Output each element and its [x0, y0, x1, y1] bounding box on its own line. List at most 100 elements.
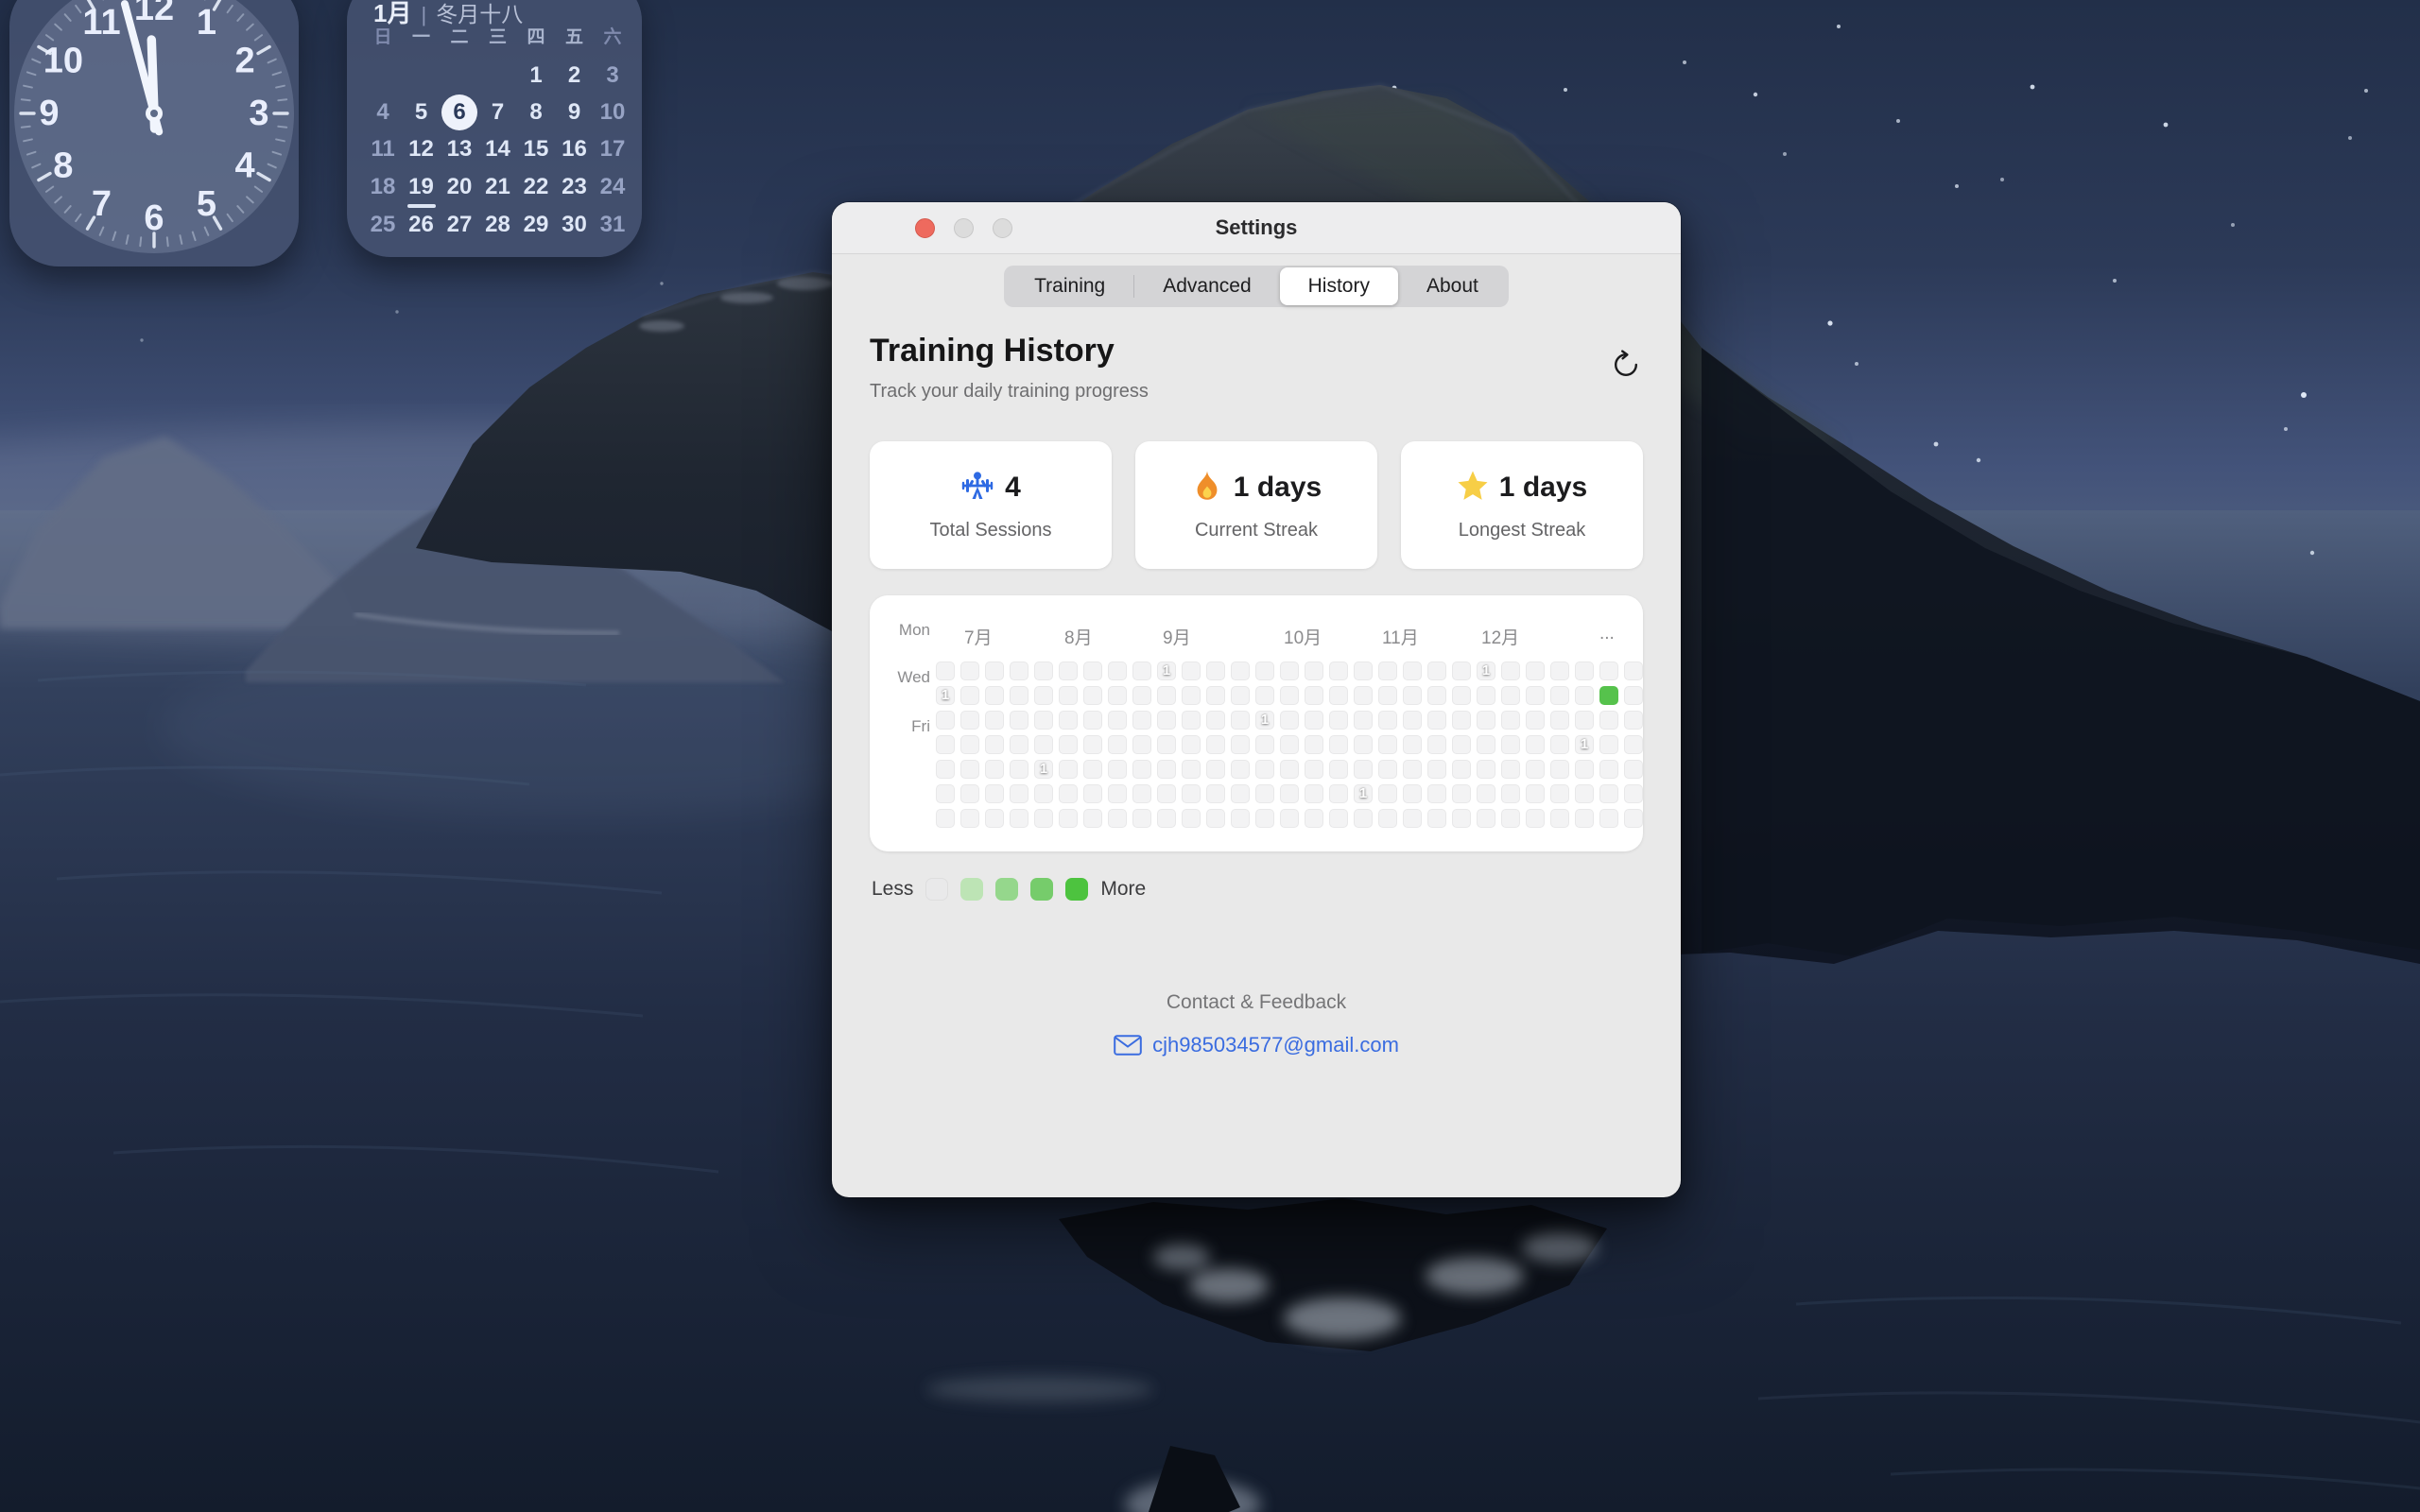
analog-clock: 123456789101112	[9, 0, 299, 266]
heatmap-cell	[1010, 760, 1028, 779]
legend-swatch-level-3	[1030, 878, 1053, 901]
heatmap-cell	[1599, 760, 1618, 779]
refresh-button[interactable]	[1609, 349, 1643, 383]
heatmap-cell	[1182, 784, 1201, 803]
heatmap-cell	[1010, 784, 1028, 803]
heatmap-cell	[1329, 760, 1348, 779]
clock-widget[interactable]: 123456789101112	[9, 0, 299, 266]
titlebar[interactable]: Settings	[832, 202, 1681, 254]
heatmap-cell	[1599, 662, 1618, 680]
calendar-day: 15	[524, 136, 549, 163]
heatmap-cell: 1	[936, 686, 955, 705]
heatmap-cell	[1231, 662, 1250, 680]
heatmap-cell	[1182, 686, 1201, 705]
heatmap-cell	[936, 784, 955, 803]
stat-card: 1 daysLongest Streak	[1401, 441, 1643, 569]
heatmap-cell	[1206, 662, 1225, 680]
settings-window: Settings TrainingAdvancedHistoryAbout Tr…	[832, 202, 1681, 1197]
heatmap-cell	[1624, 662, 1643, 680]
calendar-day: 19	[408, 174, 434, 200]
calendar-weekday-label: 四	[527, 26, 544, 49]
heatmap-cell	[1477, 735, 1495, 754]
heatmap-cell	[1157, 784, 1176, 803]
heatmap-cell	[1305, 760, 1323, 779]
star	[2284, 427, 2288, 431]
heatmap-cell	[1255, 662, 1274, 680]
star	[1934, 442, 1939, 447]
heatmap-cell	[1477, 760, 1495, 779]
heatmap-cell	[960, 711, 979, 730]
page-title: Training History	[870, 332, 1149, 369]
heatmap-cell	[1550, 662, 1569, 680]
contact-email-link[interactable]: cjh985034577@gmail.com	[1152, 1033, 1399, 1057]
heatmap-cell	[1526, 662, 1545, 680]
star	[660, 282, 663, 284]
heatmap-cell	[1206, 711, 1225, 730]
calendar-day: 20	[447, 174, 473, 200]
star	[140, 338, 143, 341]
heatmap-cell	[936, 662, 955, 680]
calendar-widget[interactable]: 1月 | 冬月十八 日一二三四五六 1234567891011121314151…	[347, 0, 642, 257]
calendar-day: 28	[485, 212, 510, 238]
heatmap-cell	[1280, 760, 1299, 779]
heatmap-cell	[1206, 735, 1225, 754]
calendar-day: 14	[485, 136, 510, 163]
heatmap-cell	[1378, 686, 1397, 705]
heatmap-cell	[1206, 686, 1225, 705]
heatmap-cell	[1624, 760, 1643, 779]
heatmap-cell	[1599, 686, 1618, 705]
heatmap-cell	[936, 735, 955, 754]
heatmap-cell	[1059, 686, 1078, 705]
clock-numeral: 9	[39, 94, 59, 133]
clock-numeral: 5	[197, 184, 216, 224]
heatmap-cell	[1354, 686, 1373, 705]
heatmap-legend: Less More	[870, 878, 1643, 901]
weightlifter-icon	[960, 470, 994, 507]
heatmap-cell	[1403, 735, 1422, 754]
heatmap-cell	[985, 662, 1004, 680]
heatmap-cell	[1526, 809, 1545, 828]
calendar-header-divider: |	[421, 3, 426, 27]
heatmap-cell	[1477, 711, 1495, 730]
heatmap-cell	[1108, 662, 1127, 680]
heatmap-cell	[1157, 809, 1176, 828]
heatmap-cell	[1206, 809, 1225, 828]
stat-label: Longest Streak	[1459, 520, 1586, 541]
calendar-day: 30	[562, 212, 587, 238]
calendar-day: 10	[600, 99, 626, 126]
calendar-weekday-label: 六	[603, 26, 621, 49]
heatmap-cell	[1083, 809, 1102, 828]
heatmap-cell	[1329, 735, 1348, 754]
heatmap-cell	[1206, 784, 1225, 803]
tab-history[interactable]: History	[1280, 267, 1398, 305]
heatmap-cell	[1157, 735, 1176, 754]
clock-numeral: 10	[43, 42, 83, 81]
heatmap-cell	[1550, 711, 1569, 730]
heatmap-cell	[1034, 711, 1053, 730]
heatmap-cell	[1231, 760, 1250, 779]
stat-value: 4	[1005, 472, 1021, 504]
heatmap-cell	[1305, 662, 1323, 680]
tab-about[interactable]: About	[1398, 267, 1507, 305]
heatmap-cell	[1526, 760, 1545, 779]
heatmap-cell	[1477, 784, 1495, 803]
heatmap-cell	[1157, 711, 1176, 730]
clock-numeral: 4	[235, 146, 255, 186]
calendar-day: 2	[568, 62, 580, 89]
heatmap-cell	[1452, 809, 1471, 828]
stat-value-row: 1 days	[1191, 470, 1322, 507]
star	[2301, 392, 2307, 398]
heatmap-cell	[1526, 735, 1545, 754]
heatmap-cell	[1083, 735, 1102, 754]
calendar-header: 1月 | 冬月十八	[373, 0, 523, 29]
heatmap-cell	[1378, 760, 1397, 779]
heatmap-cell	[1550, 809, 1569, 828]
flame-icon	[1191, 470, 1223, 502]
tab-training[interactable]: Training	[1006, 267, 1133, 305]
calendar-day: 25	[371, 212, 396, 238]
clock-numeral: 12	[134, 0, 174, 28]
heatmap-cell	[1280, 809, 1299, 828]
heatmap-cell	[1255, 686, 1274, 705]
clock-numeral: 8	[53, 146, 73, 186]
tab-advanced[interactable]: Advanced	[1134, 267, 1279, 305]
